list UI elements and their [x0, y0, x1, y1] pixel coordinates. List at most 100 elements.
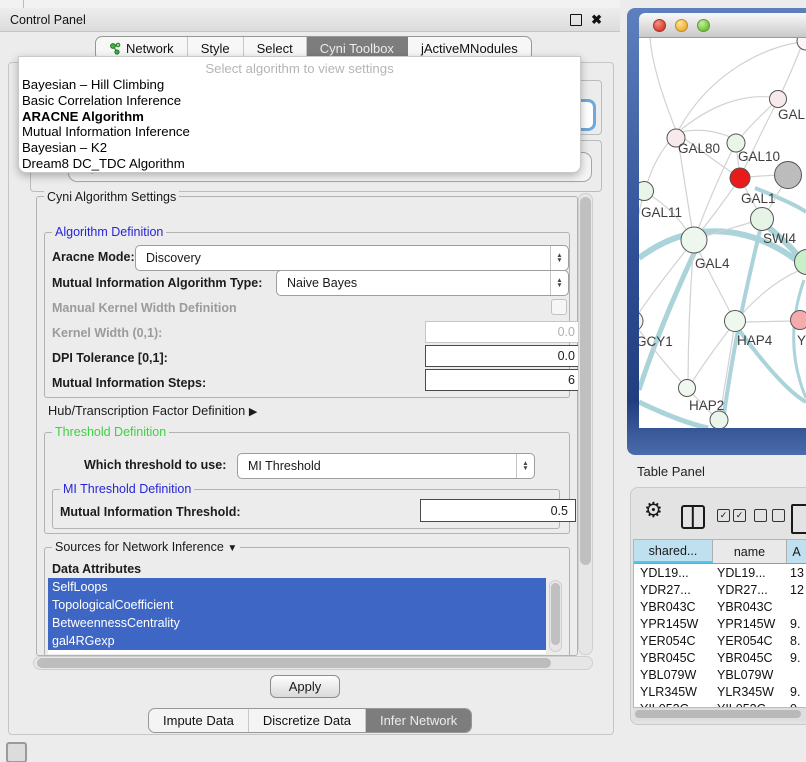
tab-label: Cyni Toolbox: [320, 41, 394, 56]
sources-title-text: Sources for Network Inference: [55, 540, 224, 554]
network-node-gal[interactable]: [770, 91, 787, 108]
dpi-tolerance-input[interactable]: 0.0: [425, 345, 583, 367]
column-header-name[interactable]: name: [713, 540, 787, 563]
table-horizontal-scrollbar[interactable]: [633, 707, 806, 721]
tab-label: Style: [201, 41, 230, 56]
control-panel-titlebar: Control Panel ✖: [0, 8, 620, 32]
minimize-traffic-light-icon[interactable]: [675, 19, 688, 32]
manual-kernel-width-checkbox[interactable]: [551, 299, 567, 315]
tab-impute-data[interactable]: Impute Data: [149, 709, 249, 732]
dpi-tolerance-value: 0.0: [558, 349, 575, 363]
table-row[interactable]: YBR043CYBR043C: [634, 598, 806, 615]
table-cell: 9.: [787, 685, 806, 699]
network-node-hap2[interactable]: [679, 380, 696, 397]
kernel-width-input[interactable]: 0.0: [425, 321, 583, 343]
sources-title[interactable]: Sources for Network Inference ▼: [52, 540, 240, 554]
table-rows: YDL19...YDL19...13YDR27...YDR27...12YBR0…: [634, 564, 806, 708]
network-node[interactable]: [775, 162, 802, 189]
algorithm-option[interactable]: Basic Correlation Inference: [21, 93, 578, 109]
tab-infer-network[interactable]: Infer Network: [366, 709, 471, 732]
apply-button[interactable]: Apply: [270, 675, 340, 698]
hub-definition-expander[interactable]: Hub/Transcription Factor Definition ▶: [48, 403, 257, 418]
mi-steps-label: Mutual Information Steps:: [52, 376, 206, 390]
network-node-gcy1[interactable]: [639, 311, 643, 331]
mi-threshold-value: 0.5: [551, 504, 568, 518]
table-row[interactable]: YER054CYER054C8.: [634, 632, 806, 649]
column-header-third[interactable]: A: [787, 540, 806, 563]
tab-label: Network: [126, 41, 174, 56]
table-row[interactable]: YBL079WYBL079W: [634, 666, 806, 683]
node-table: shared... name A YDL19...YDL19...13YDR27…: [633, 539, 806, 708]
table-row[interactable]: YDL19...YDL19...13: [634, 564, 806, 581]
zoom-traffic-light-icon[interactable]: [697, 19, 710, 32]
control-panel-title: Control Panel: [10, 13, 86, 27]
algorithm-option[interactable]: Mutual Information Inference: [21, 124, 578, 140]
table-cell: YLR345W: [713, 685, 787, 699]
table-cell: YBR045C: [634, 651, 713, 665]
attribute-item[interactable]: SelfLoops: [48, 578, 546, 596]
tab-label: Infer Network: [380, 713, 457, 728]
table-cell: 12: [787, 583, 806, 597]
data-attributes-list[interactable]: SelfLoopsTopologicalCoefficientBetweenne…: [48, 578, 546, 654]
document-icon[interactable]: [791, 504, 806, 534]
table-cell: 9.: [787, 651, 806, 665]
algorithm-dropdown-placeholder: Select algorithm to view settings: [19, 61, 580, 76]
settings-vertical-scrollbar[interactable]: [578, 193, 593, 655]
network-node-gal1[interactable]: [730, 168, 750, 188]
tab-discretize-data[interactable]: Discretize Data: [249, 709, 366, 732]
hide-unchecked-columns-icon[interactable]: [754, 509, 785, 522]
tab-label: Select: [257, 41, 293, 56]
table-row[interactable]: YBR045CYBR045C9.: [634, 649, 806, 666]
network-node-hap4[interactable]: [725, 311, 746, 332]
column-header-shared[interactable]: shared...: [634, 540, 713, 563]
top-strip-divider: [23, 0, 24, 8]
settings-horizontal-scrollbar[interactable]: [33, 656, 593, 670]
table-cell: YER054C: [713, 634, 787, 648]
which-threshold-value: MI Threshold: [238, 459, 516, 473]
network-node-swi4[interactable]: [751, 208, 774, 231]
attribute-item[interactable]: gal4RGexp: [48, 632, 546, 650]
network-canvas[interactable]: GALGAL80GAL10GAL1GAL11SWI4GAL4HAP4YGCY1H…: [639, 38, 806, 428]
aracne-mode-combobox[interactable]: Discovery ▲▼: [135, 245, 569, 271]
threshold-definition-title: Threshold Definition: [52, 425, 169, 439]
network-node[interactable]: [710, 411, 728, 428]
network-window-titlebar[interactable]: [639, 13, 806, 38]
close-traffic-light-icon[interactable]: [653, 19, 666, 32]
show-checked-columns-icon[interactable]: ✓✓: [717, 509, 746, 522]
table-header-row: shared... name A: [634, 540, 806, 564]
table-cell: YBR043C: [634, 600, 713, 614]
table-row[interactable]: YDR27...YDR27...12: [634, 581, 806, 598]
network-node-gal4[interactable]: [681, 227, 707, 253]
close-icon[interactable]: ✖: [591, 13, 602, 26]
table-row[interactable]: YPR145WYPR145W9.: [634, 615, 806, 632]
kernel-width-value: 0.0: [558, 325, 575, 339]
combobox-arrows-icon: ▲▼: [550, 246, 568, 270]
network-node-gal11[interactable]: [639, 182, 654, 201]
algorithm-dropdown[interactable]: Select algorithm to view settings Bayesi…: [18, 56, 581, 173]
split-columns-icon[interactable]: [681, 505, 705, 529]
algorithm-option[interactable]: ARACNE Algorithm: [21, 109, 578, 125]
mi-threshold-input[interactable]: 0.5: [420, 499, 576, 522]
mi-steps-input[interactable]: 6: [425, 369, 583, 391]
node-label: GAL1: [741, 191, 776, 206]
which-threshold-combobox[interactable]: MI Threshold ▲▼: [237, 453, 535, 479]
float-window-icon[interactable]: [570, 14, 582, 26]
manual-kernel-width-label: Manual Kernel Width Definition: [52, 301, 237, 315]
attribute-item[interactable]: TopologicalCoefficient: [48, 596, 546, 614]
attribute-item[interactable]: BetweennessCentrality: [48, 614, 546, 632]
table-row[interactable]: YLR345WYLR345W9.: [634, 683, 806, 700]
algorithm-option[interactable]: Bayesian – K2: [21, 140, 578, 156]
algorithm-option[interactable]: Bayesian – Hill Climbing: [21, 77, 578, 93]
network-node-y[interactable]: [791, 311, 806, 330]
table-cell: 13: [787, 566, 806, 580]
node-label: GAL11: [641, 205, 682, 220]
mi-algorithm-type-combobox[interactable]: Naive Bayes ▲▼: [276, 270, 569, 296]
algorithm-dropdown-list: Bayesian – Hill ClimbingBasic Correlatio…: [21, 77, 578, 172]
table-cell: 9.: [787, 617, 806, 631]
dock-panel-icon[interactable]: [6, 742, 27, 762]
attributes-list-scrollbar[interactable]: [549, 580, 562, 652]
algorithm-definition-title: Algorithm Definition: [52, 225, 166, 239]
gear-icon[interactable]: ⚙: [644, 500, 663, 521]
algorithm-option[interactable]: Dream8 DC_TDC Algorithm: [21, 156, 578, 172]
network-node[interactable]: [797, 38, 806, 50]
